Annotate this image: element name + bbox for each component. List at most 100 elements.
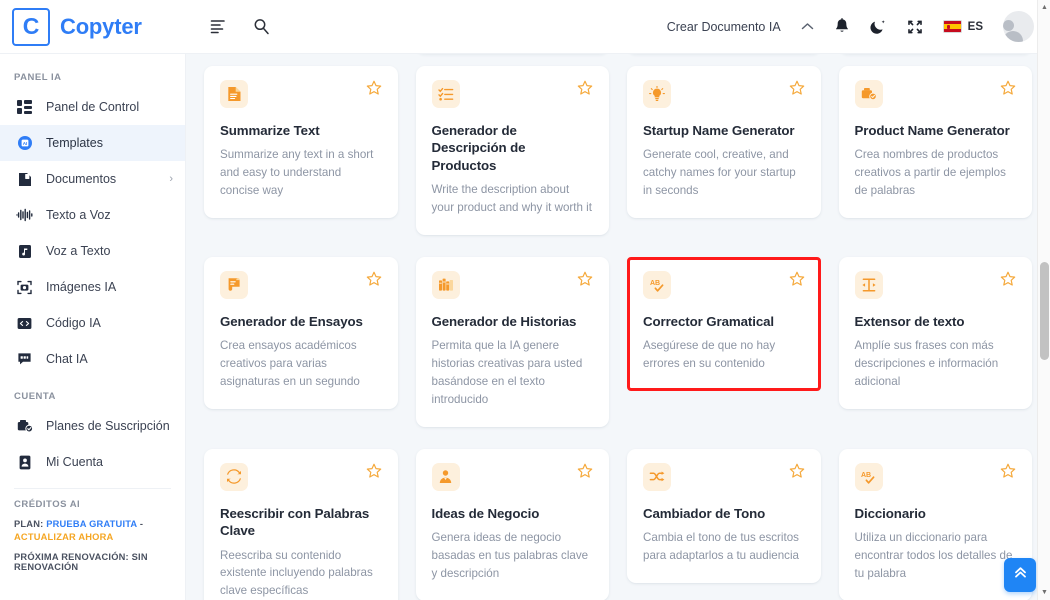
template-card-generador-de-historias[interactable]: Generador de Historias Permita que la IA… (415, 256, 609, 427)
ai-chip-icon: AI (16, 135, 33, 151)
card-description: Crea ensayos académicos creativos para v… (220, 339, 360, 388)
account-card-icon (16, 455, 33, 470)
template-card-generador-de-ensayos[interactable]: Generador de Ensayos Crea ensayos académ… (204, 256, 398, 409)
card-title: Diccionario (854, 505, 926, 521)
renewal-line: PRÓXIMA RENOVACIÓN: SIN RENOVACIÓN (14, 551, 148, 572)
sidebar-item-templates[interactable]: AI Templates (0, 125, 185, 161)
card-title: Generador de Historias (431, 313, 577, 329)
sidebar: PANEL IA Panel de Control AI Templates D… (0, 54, 186, 600)
chat-icon (16, 352, 33, 366)
star-outline-icon[interactable] (577, 463, 593, 483)
bell-icon[interactable] (834, 18, 850, 35)
card-title: Cambiador de Tono (643, 505, 766, 521)
brand-logo[interactable]: C Copyter (0, 7, 186, 46)
template-card-generador-de-descripcion-de-productos[interactable]: Generador de Descripción de Productos Wr… (415, 66, 609, 235)
star-outline-icon[interactable] (789, 271, 805, 291)
card-title: Reescribir con Palabras Clave (220, 505, 370, 539)
template-card-ideas-de-negocio[interactable]: Ideas de Negocio Genera ideas de negocio… (415, 448, 609, 600)
sidebar-section-creditos: CRÉDITOS AI (14, 499, 81, 510)
template-card-product-name-generator[interactable]: Product Name Generator Crea nombres de p… (838, 66, 1032, 219)
star-outline-icon[interactable] (789, 463, 805, 483)
brand-name: Copyter (60, 13, 142, 39)
ab-check-icon: AB (643, 270, 671, 299)
card-description: Asegúrese de que no hay errores en su co… (643, 339, 776, 371)
star-outline-icon[interactable] (1000, 271, 1016, 291)
businessperson-icon (431, 462, 460, 491)
app-root: C Copyter Crear Documento IA ES PANEL IA… (0, 0, 1050, 600)
card-description: Reescriba su contenido existente incluye… (220, 548, 373, 598)
chevron-right-icon: › (169, 173, 173, 185)
card-header (220, 270, 382, 299)
compress-icon[interactable] (907, 19, 923, 35)
card-title: Extensor de texto (854, 313, 965, 329)
sidebar-item-codigo-ia[interactable]: Código IA (0, 305, 185, 341)
star-outline-icon[interactable] (1000, 80, 1016, 100)
star-outline-icon[interactable] (366, 80, 382, 100)
chevron-up-icon[interactable] (801, 20, 814, 34)
sidebar-item-label: Voz a Texto (46, 244, 111, 258)
plan-upgrade-link[interactable]: ACTUALIZAR AHORA (14, 532, 113, 542)
refresh-icon (220, 462, 248, 491)
dashboard-icon (16, 100, 33, 114)
template-card-cambiador-de-tono[interactable]: Cambiador de Tono Cambia el tono de tus … (627, 448, 821, 584)
template-card-startup-name-generator[interactable]: Startup Name Generator Generate cool, cr… (627, 66, 821, 219)
sidebar-item-chat-ia[interactable]: Chat IA (0, 341, 185, 377)
templates-scroll-area[interactable]: Summarize Text Summarize any text in a s… (186, 54, 1050, 600)
header-right-actions: Crear Documento IA ES (667, 11, 1050, 42)
plan-prefix: PLAN: (14, 519, 44, 529)
template-card-summarize-text[interactable]: Summarize Text Summarize any text in a s… (204, 66, 398, 219)
card-title: Summarize Text (220, 123, 320, 138)
sidebar-section-panel: PANEL IA (14, 72, 62, 83)
card-header (643, 462, 805, 491)
sidebar-item-label: Código IA (46, 316, 101, 330)
sidebar-item-label: Imágenes IA (46, 280, 117, 294)
search-icon[interactable] (253, 18, 270, 35)
credits-block: PLAN: PRUEBA GRATUITA - ACTUALIZAR AHORA… (0, 516, 185, 572)
star-outline-icon[interactable] (577, 271, 593, 291)
sidebar-item-mi-cuenta[interactable]: Mi Cuenta (0, 444, 185, 480)
user-avatar-icon[interactable] (1003, 11, 1034, 42)
language-selector[interactable]: ES (942, 20, 983, 33)
language-code: ES (967, 20, 983, 33)
scroll-to-top-button[interactable] (1004, 558, 1036, 592)
star-outline-icon[interactable] (366, 463, 382, 483)
scrollbar-down-arrow[interactable]: ▼ (1038, 586, 1050, 599)
template-card-diccionario[interactable]: AB Diccionario Utiliza un diccionario pa… (838, 448, 1032, 600)
star-outline-icon[interactable] (366, 271, 382, 291)
template-card-reescribir-con-palabras-clave[interactable]: Reescribir con Palabras Clave Reescriba … (204, 448, 398, 600)
card-header (854, 270, 1017, 299)
card-description: Summarize any text in a short and easy t… (220, 148, 374, 198)
svg-text:AB: AB (861, 472, 871, 479)
star-outline-icon[interactable] (789, 80, 805, 100)
card-description: Permita que la IA genere historias creat… (431, 339, 583, 406)
card-header (431, 80, 594, 108)
card-header: AB (854, 462, 1017, 491)
body-wrapper: PANEL IA Panel de Control AI Templates D… (0, 54, 1050, 600)
sidebar-item-planes-de-suscripcion[interactable]: Planes de Suscripción (0, 408, 185, 444)
template-card-extensor-de-texto[interactable]: Extensor de texto Amplíe sus frases con … (838, 256, 1032, 409)
svg-text:AB: AB (650, 280, 660, 287)
scrollbar-thumb[interactable] (1040, 262, 1049, 360)
ab-check-icon: AB (854, 462, 883, 491)
sidebar-item-panel-de-control[interactable]: Panel de Control (0, 89, 185, 125)
camera-frame-icon (16, 280, 33, 295)
sidebar-item-imagenes-ia[interactable]: Imágenes IA (0, 269, 185, 305)
double-chevron-up-icon (1013, 565, 1028, 585)
star-outline-icon[interactable] (1000, 463, 1016, 483)
scrollbar-up-arrow[interactable]: ▲ (1038, 1, 1050, 14)
waveform-icon (16, 208, 33, 222)
list-lines-icon[interactable] (210, 19, 227, 34)
card-description: Crea nombres de productos creativos a pa… (854, 148, 1006, 198)
sidebar-item-voz-a-texto[interactable]: Voz a Texto (0, 233, 185, 269)
star-outline-icon[interactable] (577, 80, 593, 100)
browser-scrollbar[interactable]: ▲ ▼ (1037, 0, 1050, 600)
sidebar-item-texto-a-voz[interactable]: Texto a Voz (0, 197, 185, 233)
card-header (220, 80, 382, 108)
sidebar-item-documentos[interactable]: Documentos › (0, 161, 185, 197)
card-header (220, 462, 382, 491)
create-document-button[interactable]: Crear Documento IA (667, 20, 781, 34)
document-icon (16, 172, 33, 187)
moon-icon[interactable] (870, 18, 887, 35)
template-card-corrector-gramatical[interactable]: AB Corrector Gramatical Asegúrese de que… (627, 256, 821, 391)
card-header: AB (643, 270, 805, 299)
